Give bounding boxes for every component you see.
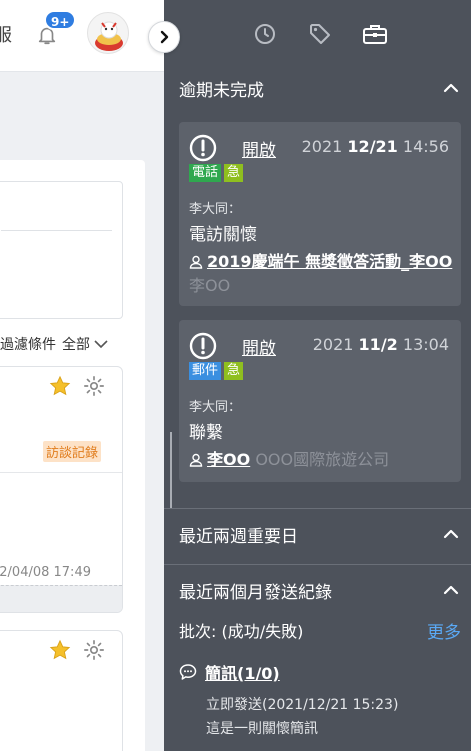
chevron-right-icon xyxy=(160,30,169,44)
task-badges: 電話 急 xyxy=(189,164,244,182)
star-icon[interactable] xyxy=(49,375,71,397)
task-card[interactable]: 開啟 2021 11/2 13:04 郵件 急 李大同： 聯繫 李OO OOO國… xyxy=(179,320,461,482)
badge-mail: 郵件 xyxy=(189,362,222,380)
sms-content: 這是一則關懷簡訊 xyxy=(206,721,318,737)
task-title: 聯繫 xyxy=(189,423,223,443)
task-date: 2021 12/21 14:56 xyxy=(302,137,449,156)
sms-title-link[interactable]: 簡訊(1/0) xyxy=(205,660,280,684)
divider xyxy=(0,472,122,473)
filter-row[interactable]: 過濾條件 全部 xyxy=(0,334,164,354)
alert-icon xyxy=(189,332,217,360)
task-related: 2019慶端午 無獎徵答活動_李OO 李OO xyxy=(189,250,453,298)
related-contact-link[interactable]: 李OO xyxy=(207,450,250,469)
task-date-time: 14:56 xyxy=(402,137,449,156)
section-overdue-header[interactable]: 逾期未完成 xyxy=(164,68,471,108)
record-card[interactable] xyxy=(0,630,123,751)
badge-urgent: 急 xyxy=(224,164,244,182)
task-title: 電訪關懷 xyxy=(189,225,257,245)
record-footer xyxy=(0,585,122,612)
briefcase-icon xyxy=(363,25,387,44)
section-important-dates-header[interactable]: 最近兩週重要日 xyxy=(164,514,471,554)
filter-label: 過濾條件 xyxy=(0,337,56,353)
chevron-down-icon xyxy=(94,340,108,349)
tab-tags[interactable] xyxy=(306,20,334,48)
top-bar-label: 服 xyxy=(0,25,12,46)
sms-sent-time: 立即發送(2021/12/21 15:23) xyxy=(206,697,399,713)
chevron-up-icon[interactable] xyxy=(443,582,459,598)
gear-icon[interactable] xyxy=(83,639,105,661)
divider xyxy=(164,508,471,509)
side-panel: 逾期未完成 開啟 2021 12/21 14:56 電話 急 李大同： 電訪關懷… xyxy=(164,0,471,751)
tab-history[interactable] xyxy=(251,20,279,48)
tag-icon xyxy=(310,24,330,44)
notification-badge: 9+ xyxy=(44,10,77,30)
task-badges: 郵件 急 xyxy=(189,362,244,380)
section-send-records-header[interactable]: 最近兩個月發送紀錄 xyxy=(164,570,471,610)
badge-phone: 電話 xyxy=(189,164,222,182)
search-box[interactable] xyxy=(0,181,123,319)
task-status-link[interactable]: 開啟 xyxy=(242,334,276,359)
related-company: OOO國際旅遊公司 xyxy=(255,450,390,469)
section-title: 最近兩週重要日 xyxy=(179,526,298,547)
more-link[interactable]: 更多 xyxy=(427,618,461,643)
batch-label: 批次: (成功/失敗) xyxy=(179,622,304,641)
task-status-link[interactable]: 開啟 xyxy=(242,136,276,161)
task-date-day: 11/2 xyxy=(358,335,398,354)
record-timestamp: 22/04/08 17:49 xyxy=(0,565,91,580)
divider xyxy=(1,230,112,231)
chevron-up-icon[interactable] xyxy=(443,80,459,96)
alert-icon xyxy=(189,134,217,162)
chevron-up-icon[interactable] xyxy=(443,526,459,542)
task-date: 2021 11/2 13:04 xyxy=(313,335,449,354)
clock-icon xyxy=(255,24,275,44)
task-date-time: 13:04 xyxy=(402,335,449,354)
divider xyxy=(164,564,471,565)
record-card[interactable]: 訪談記錄 22/04/08 17:49 xyxy=(0,366,123,613)
task-card[interactable]: 開啟 2021 12/21 14:56 電話 急 李大同： 電訪關懷 2019慶… xyxy=(179,122,461,306)
panel-toggle-button[interactable] xyxy=(148,21,180,53)
task-related: 李OO OOO國際旅遊公司 xyxy=(189,448,453,472)
section-title: 逾期未完成 xyxy=(179,80,264,101)
record-type-tag: 訪談記錄 xyxy=(43,441,102,462)
filter-value[interactable]: 全部 xyxy=(62,334,90,354)
scrollbar[interactable] xyxy=(170,432,172,508)
contact-icon xyxy=(189,453,203,467)
sms-record[interactable]: 簡訊(1/0) xyxy=(179,660,280,684)
task-date-year: 2021 xyxy=(301,137,343,156)
task-owner: 李大同： xyxy=(189,400,242,415)
star-icon[interactable] xyxy=(49,639,71,661)
related-activity-link[interactable]: 2019慶端午 無獎徵答活動_李OO xyxy=(207,252,452,271)
top-bar: 服 9+ xyxy=(0,0,164,72)
section-title: 最近兩個月發送紀錄 xyxy=(179,582,332,603)
tab-tasks[interactable] xyxy=(361,20,389,48)
avatar[interactable] xyxy=(87,12,129,54)
task-owner: 李大同： xyxy=(189,202,242,217)
badge-urgent: 急 xyxy=(224,362,244,380)
avatar-image xyxy=(95,21,123,51)
related-contact: 李OO xyxy=(189,276,231,295)
contact-icon xyxy=(189,255,203,269)
chat-bubble-icon xyxy=(179,664,197,680)
gear-icon[interactable] xyxy=(83,375,105,397)
task-date-year: 2021 xyxy=(312,335,354,354)
task-date-day: 12/21 xyxy=(347,137,398,156)
